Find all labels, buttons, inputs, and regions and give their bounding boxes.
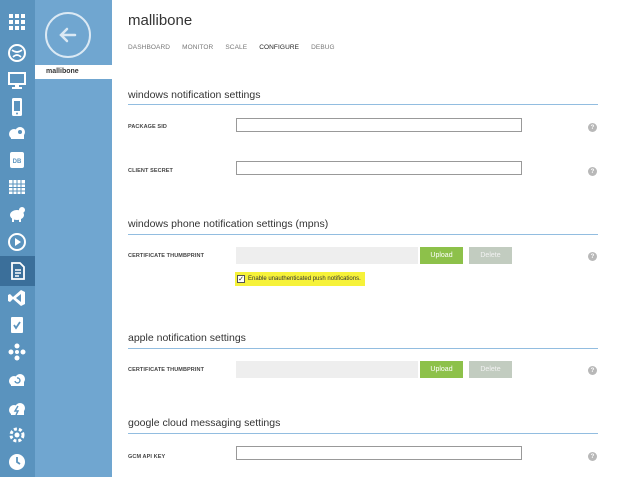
package-sid-input[interactable] — [236, 118, 522, 132]
tab-bar: DASHBOARD MONITOR SCALE CONFIGURE DEBUG — [128, 44, 347, 51]
help-icon[interactable]: ? — [588, 167, 597, 176]
google-section-title: google cloud messaging settings — [128, 417, 281, 429]
section-divider — [128, 104, 598, 105]
apple-upload-button[interactable]: Upload — [420, 361, 463, 378]
sql-databases-icon[interactable]: DB — [6, 149, 28, 171]
gcm-api-key-label: GCM API KEY — [128, 454, 166, 460]
section-divider — [128, 348, 598, 349]
all-items-icon[interactable] — [6, 11, 28, 33]
tab-monitor[interactable]: MONITOR — [182, 44, 213, 51]
svg-text:DB: DB — [13, 159, 22, 165]
web-sites-icon[interactable] — [6, 42, 28, 64]
gcm-api-key-input[interactable] — [236, 446, 522, 460]
tab-scale[interactable]: SCALE — [225, 44, 247, 51]
recovery-services-icon[interactable] — [6, 368, 28, 390]
back-button[interactable] — [45, 12, 91, 58]
panel-item-mallibone[interactable]: mallibone — [35, 65, 112, 79]
cloud-services-icon[interactable] — [6, 122, 28, 144]
service-bus-icon[interactable] — [0, 256, 35, 286]
help-icon[interactable]: ? — [588, 252, 597, 261]
storage-icon[interactable] — [6, 176, 28, 198]
biztalk-services-icon[interactable] — [6, 341, 28, 363]
section-divider — [128, 234, 598, 235]
automation-icon[interactable] — [6, 424, 28, 446]
section-divider — [128, 433, 598, 434]
tab-configure[interactable]: CONFIGURE — [259, 44, 299, 51]
hdinsight-icon[interactable] — [6, 203, 28, 225]
item-panel: mallibone — [35, 0, 112, 477]
client-secret-label: CLIENT SECRET — [128, 168, 173, 174]
cdn-icon[interactable] — [6, 397, 28, 419]
help-icon[interactable]: ? — [588, 366, 597, 375]
help-icon[interactable]: ? — [588, 123, 597, 132]
windows-section-title: windows notification settings — [128, 89, 261, 101]
media-services-icon[interactable] — [6, 231, 28, 253]
virtual-machines-icon[interactable] — [6, 69, 28, 91]
mobile-services-icon[interactable] — [6, 96, 28, 118]
client-secret-input[interactable] — [236, 161, 522, 175]
help-icon[interactable]: ? — [588, 452, 597, 461]
unauthenticated-push-option[interactable]: ✓ Enable unauthenticated push notificati… — [235, 272, 365, 286]
wp-delete-button[interactable]: Delete — [469, 247, 512, 264]
visual-studio-online-icon[interactable] — [6, 287, 28, 309]
apple-certificate-thumbprint-label: CERTIFICATE THUMBPRINT — [128, 367, 205, 373]
unauthenticated-push-checkbox[interactable]: ✓ — [237, 275, 245, 283]
package-sid-label: PACKAGE SID — [128, 124, 167, 130]
windows-phone-section-title: windows phone notification settings (mpn… — [128, 218, 329, 230]
apple-delete-button[interactable]: Delete — [469, 361, 512, 378]
tab-dashboard[interactable]: DASHBOARD — [128, 44, 170, 51]
apple-certificate-thumbprint-field — [236, 361, 418, 378]
unauthenticated-push-label: Enable unauthenticated push notification… — [248, 276, 361, 282]
wp-certificate-thumbprint-field — [236, 247, 418, 264]
tab-debug[interactable]: DEBUG — [311, 44, 335, 51]
scheduler-icon[interactable] — [6, 451, 28, 473]
arrow-left-icon — [59, 27, 77, 43]
service-nav-rail: DB — [0, 0, 35, 477]
page-title: mallibone — [128, 12, 193, 29]
wp-certificate-thumbprint-label: CERTIFICATE THUMBPRINT — [128, 253, 205, 259]
cache-icon[interactable] — [6, 314, 28, 336]
main-content: mallibone DASHBOARD MONITOR SCALE CONFIG… — [112, 0, 640, 477]
apple-section-title: apple notification settings — [128, 332, 246, 344]
wp-upload-button[interactable]: Upload — [420, 247, 463, 264]
